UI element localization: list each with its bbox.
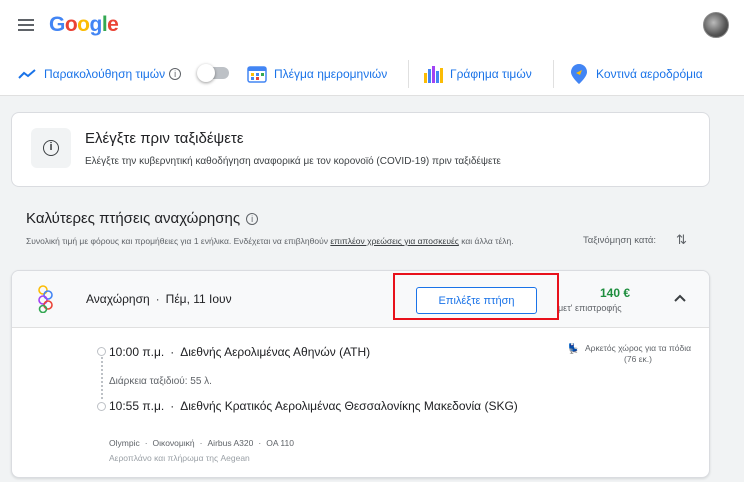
travel-duration: Διάρκεια ταξιδιού: 55 λ. — [109, 376, 212, 387]
toggle-knob — [197, 64, 215, 82]
seat-icon: 💺 — [567, 344, 580, 355]
google-logo[interactable]: Google — [49, 13, 119, 37]
nearby-airports-label: Κοντινά αεροδρόμια — [596, 67, 703, 81]
arrival-time: 10:55 π.μ. — [109, 399, 165, 413]
price-graph-label: Γράφημα τιμών — [450, 67, 532, 81]
logo-letter: g — [89, 13, 103, 36]
notice-icon-box: i — [31, 128, 71, 168]
bar-graph-icon — [422, 63, 444, 85]
price-note-text-end: και άλλα τέλη. — [458, 236, 514, 246]
trend-line-icon — [16, 63, 38, 85]
chevron-up-icon[interactable] — [674, 291, 686, 305]
departure-segment: 10:00 π.μ. · Διεθνής Αερολιμένας Αθηνών (A… — [109, 345, 370, 359]
sort-icon[interactable]: ⇅ — [676, 232, 687, 248]
flight-price: 140 € — [600, 286, 631, 300]
price-type: μετ' επιστροφής — [558, 303, 622, 313]
olympic-rings-logo — [36, 285, 56, 314]
departure-airport: Διεθνής Αερολιμένας Αθηνών (ATH) — [180, 345, 371, 359]
date-grid-button[interactable]: Πλέγμα ημερομηνιών — [246, 60, 387, 88]
flight-card-header[interactable]: Αναχώρηση · Πέμ, 11 Ιουν Επιλέξτε πτήση 14… — [12, 271, 709, 328]
menu-icon[interactable] — [18, 19, 34, 31]
flight-result-card: Αναχώρηση · Πέμ, 11 Ιουν Επιλέξτε πτήση 14… — [11, 270, 710, 478]
timeline-line — [101, 357, 103, 399]
arrival-segment: 10:55 π.μ. · Διεθνής Κρατικός Αερολιμένας … — [109, 399, 518, 413]
price-note-text: Συνολική τιμή με φόρους και προμήθειες γ… — [26, 236, 331, 246]
flight-number: OA 110 — [266, 438, 294, 448]
select-flight-button[interactable]: Επιλέξτε πτήση — [416, 287, 537, 314]
divider — [408, 60, 409, 88]
logo-letter: G — [49, 13, 65, 36]
price-note: Συνολική τιμή με φόρους και προμήθειες γ… — [26, 235, 566, 247]
info-icon[interactable]: i — [246, 213, 259, 225]
notice-title: Ελέγξτε πριν ταξιδέψετε — [85, 130, 244, 147]
departure-summary: Αναχώρηση · Πέμ, 11 Ιουν — [86, 292, 232, 306]
departure-time: 10:00 π.μ. — [109, 345, 165, 359]
flight-tools-bar: Παρακολούθηση τιμών i Πλέγμα ημερομηνιών… — [0, 52, 744, 96]
nearby-airports-button[interactable]: Κοντινά αεροδρόμια — [568, 60, 703, 88]
covid-notice-card[interactable]: i Ελέγξτε πριν ταξιδέψετε Ελέγξτε την κυ… — [11, 112, 710, 187]
separator-dot: · — [170, 399, 175, 413]
separator-dot: · — [199, 438, 203, 448]
track-prices-toggle[interactable] — [197, 64, 229, 82]
info-icon: i — [43, 140, 59, 156]
calendar-grid-icon — [246, 63, 268, 85]
cabin-class: Οικονομική — [152, 438, 195, 448]
logo-letter: e — [107, 13, 119, 36]
divider — [553, 60, 554, 88]
logo-letter: o — [64, 13, 78, 36]
departure-label: Αναχώρηση — [86, 292, 150, 306]
separator-dot: · — [170, 345, 175, 359]
top-app-bar: Google — [0, 0, 744, 52]
separator-dot: · — [155, 292, 160, 306]
arrival-airport: Διεθνής Κρατικός Αερολιμένας Θεσσαλονίκη… — [180, 399, 518, 413]
price-graph-button[interactable]: Γράφημα τιμών — [422, 60, 532, 88]
timeline-start-dot — [97, 347, 106, 356]
flight-details: Olympic · Οικονομική · Airbus A320 · OA 110 — [109, 438, 294, 448]
logo-letter: o — [77, 13, 90, 36]
operated-by: Αεροπλάνο και πλήρωμα της Aegean — [109, 453, 250, 463]
timeline-end-dot — [97, 402, 106, 411]
aircraft-type: Airbus A320 — [207, 438, 254, 448]
date-grid-label: Πλέγμα ημερομηνιών — [274, 67, 388, 81]
notice-subtitle: Ελέγξτε την κυβερνητική καθοδήγηση αναφο… — [85, 156, 501, 167]
info-icon[interactable]: i — [169, 68, 182, 80]
track-prices-button[interactable]: Παρακολούθηση τιμών i — [16, 60, 182, 88]
legroom-text: Αρκετός χώρος για τα πόδια (76 εκ.) — [584, 343, 692, 364]
results-heading: Καλύτερες πτήσεις αναχώρησης i — [26, 210, 259, 227]
account-avatar[interactable] — [703, 12, 729, 38]
airline-name: Olympic — [109, 438, 140, 448]
separator-dot: · — [144, 438, 148, 448]
baggage-fees-link[interactable]: επιπλέον χρεώσεις για αποσκευές — [330, 236, 459, 246]
results-title: Καλύτερες πτήσεις αναχώρησης — [26, 210, 241, 227]
track-prices-label: Παρακολούθηση τιμών — [44, 67, 166, 81]
sort-label: Ταξινόμηση κατά: — [583, 235, 657, 246]
departure-date: Πέμ, 11 Ιουν — [165, 292, 232, 306]
separator-dot: · — [258, 438, 262, 448]
airport-pin-icon — [568, 63, 590, 85]
